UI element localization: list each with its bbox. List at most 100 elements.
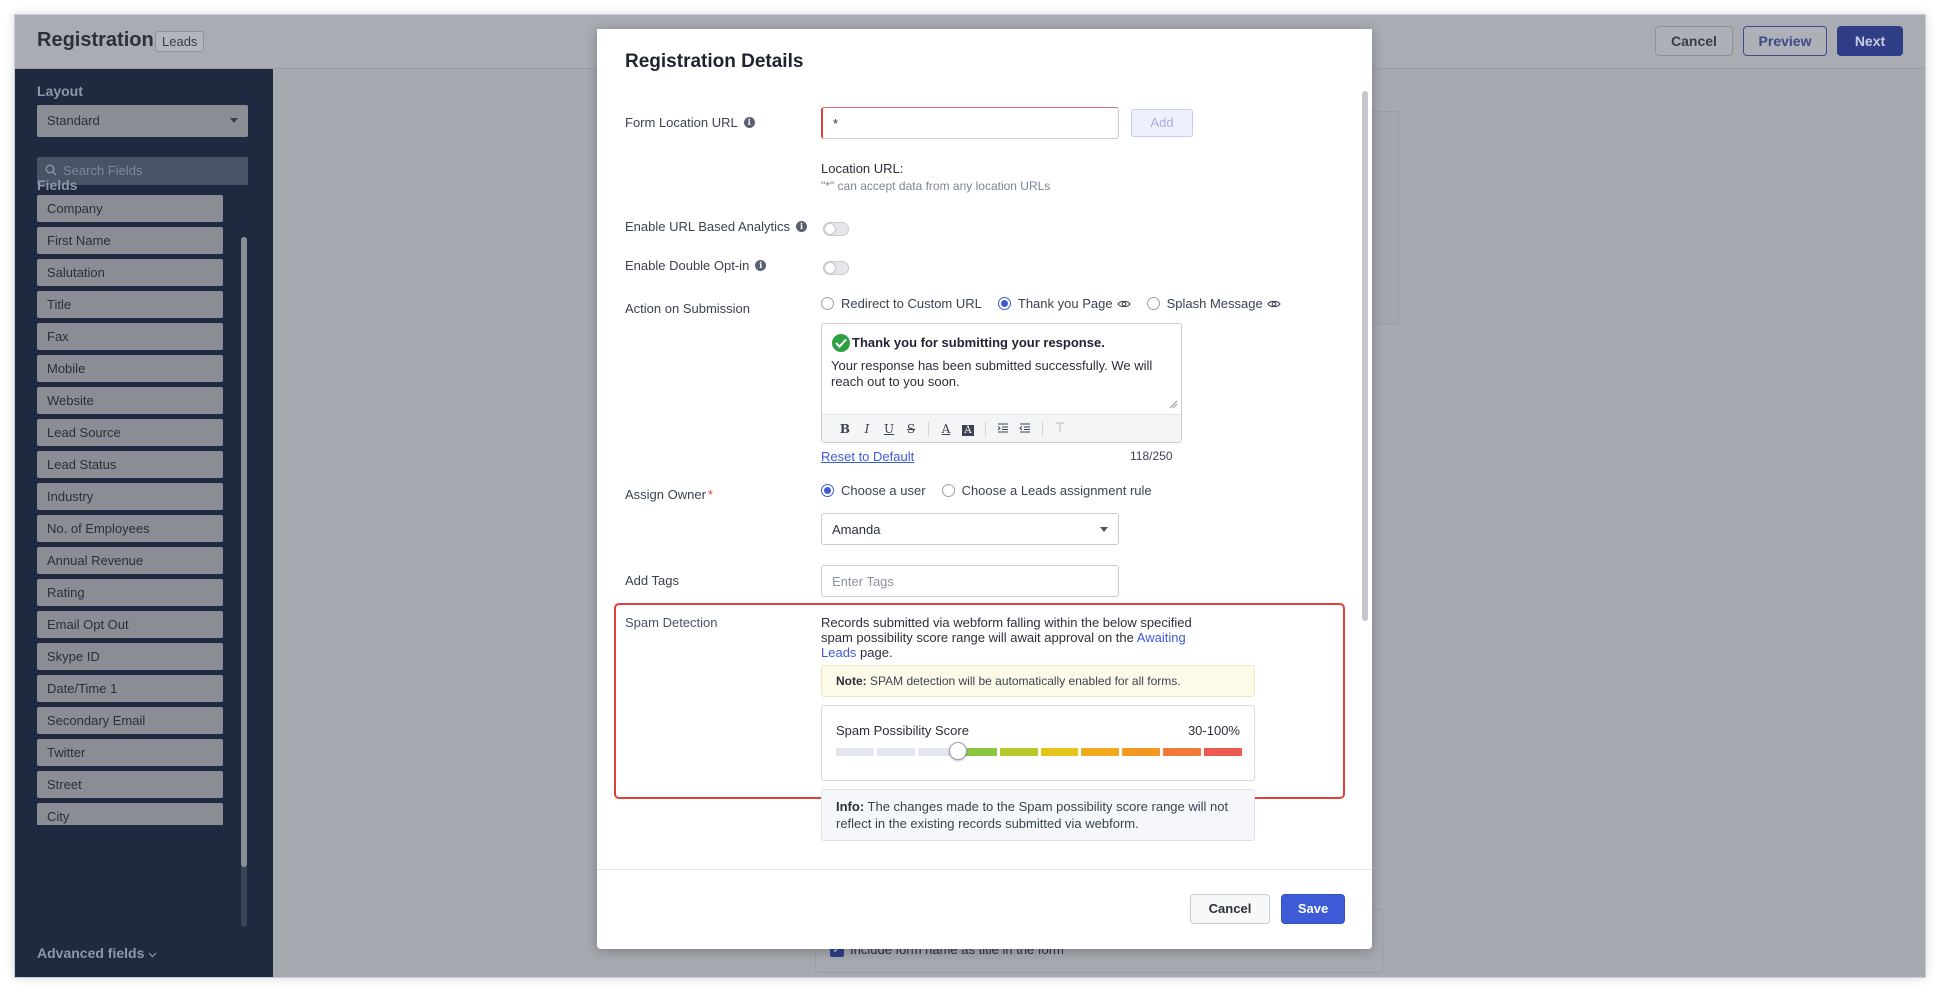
field-item[interactable]: Website xyxy=(37,387,223,414)
font-color-icon[interactable]: A xyxy=(935,419,957,439)
module-badge: Leads xyxy=(155,31,205,52)
radio-redirect-custom-url[interactable]: Redirect to Custom URL xyxy=(821,296,982,311)
score-segment xyxy=(836,748,874,756)
spam-score-slider-thumb[interactable] xyxy=(948,742,967,760)
field-item[interactable]: Fax xyxy=(37,323,223,350)
field-item[interactable]: Rating xyxy=(37,579,223,606)
eye-icon[interactable] xyxy=(1116,299,1131,309)
field-item[interactable]: Company xyxy=(37,195,223,222)
eye-icon[interactable] xyxy=(1267,299,1281,309)
field-item[interactable]: Street xyxy=(37,771,223,798)
info-icon[interactable]: i xyxy=(743,117,755,128)
field-item[interactable]: Twitter xyxy=(37,739,223,766)
radio-selected-icon[interactable] xyxy=(997,297,1011,310)
field-item[interactable]: Lead Status xyxy=(37,451,223,478)
info-label: Info: xyxy=(836,799,865,814)
action-on-submission-label: Action on Submission xyxy=(625,301,751,316)
field-item[interactable]: Mobile xyxy=(37,355,223,382)
field-item[interactable]: Skype ID xyxy=(37,643,223,670)
advanced-fields-label: Advanced fields xyxy=(37,945,145,961)
score-segment xyxy=(1040,748,1079,756)
score-segment xyxy=(1122,748,1161,756)
tags-input[interactable]: Enter Tags xyxy=(821,565,1119,597)
underline-icon[interactable]: U xyxy=(878,419,900,439)
field-list: Company First Name Salutation Title Fax Mobil… xyxy=(37,195,223,825)
editor-body: Your response has been submitted success… xyxy=(831,358,1153,389)
strikethrough-icon[interactable]: S xyxy=(900,419,922,439)
save-button[interactable]: Save xyxy=(1281,894,1345,924)
double-optin-text: Enable Double Opt-in xyxy=(625,258,750,273)
score-segment xyxy=(999,748,1038,756)
url-analytics-text: Enable URL Based Analytics xyxy=(625,219,791,234)
fields-label: Fields xyxy=(37,177,78,193)
field-item[interactable]: Lead Source xyxy=(37,419,223,446)
field-item[interactable]: Title xyxy=(37,291,223,318)
fields-sidebar: Layout Standard Search Fields Fields Com… xyxy=(15,69,273,977)
radio-icon[interactable] xyxy=(1146,297,1160,310)
resize-handle-icon[interactable] xyxy=(1169,400,1178,409)
field-item[interactable]: First Name xyxy=(37,227,223,254)
search-placeholder: Search Fields xyxy=(63,163,143,178)
top-cancel-button[interactable]: Cancel xyxy=(1655,26,1733,56)
check-circle-icon xyxy=(832,334,850,352)
background-color-icon[interactable]: A xyxy=(957,419,979,439)
reset-to-default-link[interactable]: Reset to Default xyxy=(821,449,914,464)
radio-thank-you-page[interactable]: Thank you Page xyxy=(997,296,1131,311)
radio-label: Thank you Page xyxy=(1017,296,1113,311)
spam-note: Note: SPAM detection will be automatical… xyxy=(821,665,1255,697)
add-url-button[interactable]: Add xyxy=(1131,109,1193,137)
spam-score-title: Spam Possibility Score xyxy=(836,723,969,738)
owner-select[interactable]: Amanda xyxy=(821,513,1119,545)
score-segment xyxy=(1163,748,1202,756)
italic-icon[interactable]: I xyxy=(856,419,878,439)
assign-owner-options: Choose a user Choose a Leads assignment … xyxy=(821,483,1168,498)
thank-you-message-editor[interactable]: Thank you for submitting your response. … xyxy=(821,323,1182,443)
field-item[interactable]: Industry xyxy=(37,483,223,510)
app-window: Registration Leads Cancel Preview Next L… xyxy=(14,14,1926,978)
radio-label: Splash Message xyxy=(1166,296,1263,311)
preview-button[interactable]: Preview xyxy=(1743,26,1827,56)
cancel-button[interactable]: Cancel xyxy=(1190,894,1270,924)
score-segment xyxy=(876,748,915,756)
url-analytics-toggle[interactable] xyxy=(823,222,849,236)
sidebar-scroll-thumb[interactable] xyxy=(241,237,247,867)
double-optin-label: Enable Double Opt-in i xyxy=(625,258,767,273)
toolbar-divider xyxy=(1042,421,1043,436)
field-item[interactable]: Salutation xyxy=(37,259,223,286)
radio-icon[interactable] xyxy=(821,297,834,310)
next-button[interactable]: Next xyxy=(1837,26,1903,56)
field-item[interactable]: City xyxy=(37,803,223,825)
action-on-submission-options: Redirect to Custom URL Thank you Page Sp… xyxy=(821,296,1297,311)
radio-label: Choose a Leads assignment rule xyxy=(961,483,1152,498)
field-item[interactable]: No. of Employees xyxy=(37,515,223,542)
toolbar-divider xyxy=(928,421,929,436)
radio-icon[interactable] xyxy=(941,484,955,497)
spam-score-slider-track[interactable] xyxy=(836,748,1243,756)
spam-detection-description: Records submitted via webform falling wi… xyxy=(821,615,1221,660)
field-item[interactable]: Date/Time 1 xyxy=(37,675,223,702)
field-item[interactable]: Annual Revenue xyxy=(37,547,223,574)
radio-assignment-rule[interactable]: Choose a Leads assignment rule xyxy=(941,483,1152,498)
radio-choose-user[interactable]: Choose a user xyxy=(821,483,926,498)
bold-icon[interactable]: B xyxy=(834,419,856,439)
layout-select[interactable]: Standard xyxy=(37,105,248,137)
spam-info: Info: The changes made to the Spam possi… xyxy=(821,789,1255,841)
clear-format-icon[interactable] xyxy=(1049,419,1071,439)
double-optin-toggle[interactable] xyxy=(823,261,849,275)
indent-icon[interactable] xyxy=(992,419,1014,439)
field-item[interactable]: Secondary Email xyxy=(37,707,223,734)
spam-score-panel: Spam Possibility Score 30-100% xyxy=(821,705,1255,781)
outdent-icon[interactable] xyxy=(1014,419,1036,439)
char-count: 118/250 xyxy=(1130,449,1173,463)
info-icon[interactable]: i xyxy=(755,260,767,271)
advanced-fields-toggle[interactable]: Advanced fields xyxy=(37,945,157,961)
field-item[interactable]: Email Opt Out xyxy=(37,611,223,638)
radio-selected-icon[interactable] xyxy=(821,484,834,497)
spam-score-range: 30-100% xyxy=(1187,723,1240,738)
radio-splash-message[interactable]: Splash Message xyxy=(1146,296,1281,311)
spam-desc-end: page. xyxy=(856,645,893,660)
score-segment xyxy=(1204,748,1243,756)
chevron-down-icon xyxy=(230,118,238,123)
info-icon[interactable]: i xyxy=(796,221,808,232)
form-location-url-input[interactable]: * xyxy=(821,107,1119,139)
